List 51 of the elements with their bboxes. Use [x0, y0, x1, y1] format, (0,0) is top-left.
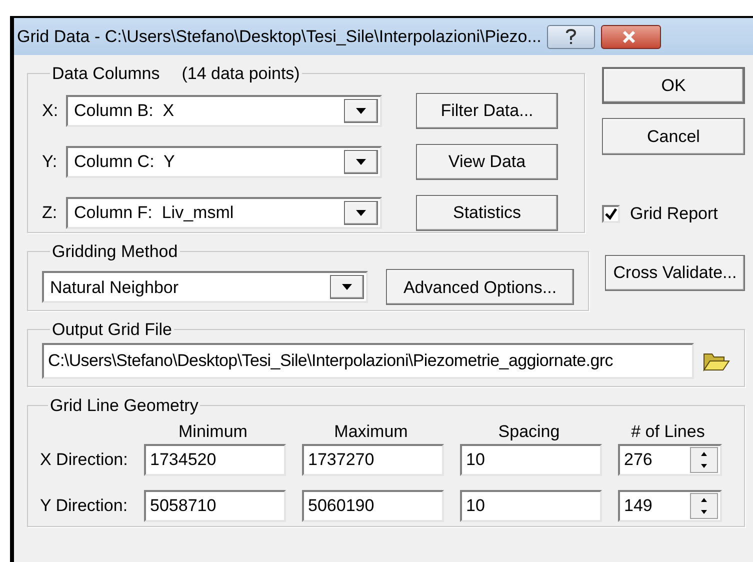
column-header: Minimum	[178, 420, 248, 442]
number-field[interactable]: 10	[460, 490, 602, 522]
number-field[interactable]: 1734520	[144, 444, 286, 476]
column-header: Maximum	[333, 420, 409, 442]
close-button[interactable]	[601, 24, 662, 48]
data-point-count: (14 data points)	[182, 63, 300, 85]
dropdown-field[interactable]: Column F: Liv_msml	[66, 196, 382, 228]
group-title: Output Grid File	[52, 319, 172, 341]
number-field[interactable]: 5060190	[302, 490, 444, 522]
group-title: Gridding Method	[52, 241, 178, 263]
checkmark-icon	[605, 208, 617, 220]
window-title: Grid Data - C:\Users\Stefano\Desktop\Tesi_Sile\Interpolazioni\Piezo...	[17, 26, 542, 48]
dialog-button[interactable]: OK	[602, 67, 745, 104]
advanced-options-button[interactable]: Advanced Options...	[386, 269, 574, 306]
spin-field[interactable]: 276	[618, 444, 722, 476]
caret-icon	[356, 158, 366, 164]
group-title: Grid Line Geometry	[50, 395, 198, 417]
caret-icon	[356, 210, 366, 216]
data-button[interactable]: View Data	[416, 144, 558, 180]
close-icon	[622, 30, 636, 42]
cross-validate-button[interactable]: Cross Validate...	[605, 255, 745, 291]
spin-field[interactable]: 149	[618, 490, 722, 522]
data-button[interactable]: Filter Data...	[416, 92, 558, 128]
axis-label: Z:	[42, 202, 58, 224]
number-field[interactable]: 5058710	[144, 490, 286, 522]
dropdown-button[interactable]	[344, 150, 378, 174]
help-icon	[566, 28, 576, 44]
caret-icon	[356, 108, 366, 114]
dropdown-button[interactable]	[344, 98, 378, 122]
direction-label: Y Direction:	[40, 495, 128, 518]
spin-buttons[interactable]	[690, 447, 718, 473]
dropdown-field[interactable]: Column C: Y	[66, 146, 382, 178]
spin-buttons[interactable]	[690, 493, 718, 519]
dropdown-button[interactable]	[344, 200, 378, 224]
column-header: Spacing	[497, 420, 561, 442]
number-field[interactable]: 10	[460, 444, 602, 476]
caret-icon	[342, 284, 352, 290]
axis-label: X:	[42, 100, 60, 122]
grid-report-checkbox[interactable]: Grid Report	[602, 201, 745, 226]
dialog-button[interactable]: Cancel	[602, 118, 745, 155]
number-field[interactable]: 1737270	[302, 444, 444, 476]
dropdown-button[interactable]	[330, 275, 364, 300]
dropdown-field[interactable]: Column B: X	[66, 94, 382, 126]
output-file-field[interactable]: C:\Users\Stefano\Desktop\Tesi_Sile\Interpolazioni\Piezometrie_aggiornate.grc	[42, 342, 694, 378]
column-header: # of Lines	[630, 420, 706, 442]
direction-label: X Direction:	[40, 449, 128, 472]
help-button[interactable]	[547, 24, 596, 48]
dropdown-field[interactable]: Natural Neighbor	[42, 271, 368, 304]
axis-label: Y:	[42, 150, 58, 173]
data-button[interactable]: Statistics	[416, 194, 558, 230]
group-title: Data Columns	[52, 63, 160, 85]
